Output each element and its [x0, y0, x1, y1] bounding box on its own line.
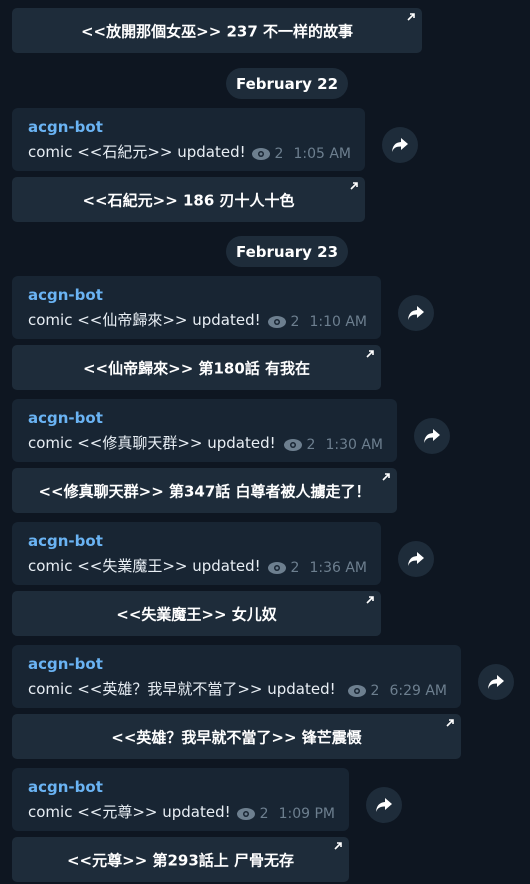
arrow-up-right-icon — [350, 182, 358, 190]
inline-button-label: <<失業魔王>> 女儿奴 — [116, 605, 277, 623]
arrow-up-right-icon — [407, 13, 415, 21]
inline-button-label: <<石紀元>> 186 刃十人十色 — [82, 191, 295, 209]
share-forward-icon — [392, 138, 408, 152]
message-meta: 2 1:05 AM — [251, 146, 351, 162]
share-forward-icon — [408, 552, 424, 566]
sender-name[interactable]: acgn-bot — [28, 532, 103, 550]
share-button[interactable] — [414, 418, 450, 454]
share-forward-icon — [408, 306, 424, 320]
arrow-up-right-icon — [382, 473, 390, 481]
date-label: February 23 — [235, 242, 339, 261]
eye-icon — [283, 439, 302, 451]
inline-button[interactable]: <<元尊>> 第293話上 尸骨无存 — [12, 837, 349, 882]
inline-button-label: <<修真聊天群>> 第347話 白尊者被人擄走了！ — [38, 482, 371, 500]
share-forward-icon — [424, 429, 440, 443]
share-forward-icon — [376, 798, 392, 812]
sender-name[interactable]: acgn-bot — [28, 118, 103, 136]
message-meta: 2 1:10 AM — [267, 314, 367, 330]
sender-name[interactable]: acgn-bot — [28, 778, 103, 796]
date-label: February 22 — [235, 74, 339, 93]
inline-button-label: <<仙帝歸來>> 第180話 有我在 — [82, 359, 311, 377]
message-time: 6:29 AM — [389, 683, 447, 699]
view-count: 2 — [290, 314, 300, 330]
message-bubble: acgn-bot comic <<失業魔王>> updated! 2 1:36 … — [12, 522, 381, 585]
message-meta: 2 1:36 AM — [267, 560, 367, 576]
message-meta: 2 6:29 AM — [347, 683, 447, 699]
view-count: 2 — [306, 437, 316, 453]
inline-button[interactable]: <<放開那個女巫>> 237 不一样的故事 — [12, 8, 422, 53]
date-separator: February 22 — [226, 68, 348, 99]
message-time: 1:05 AM — [293, 146, 351, 162]
date-separator: February 23 — [226, 236, 348, 267]
share-button[interactable] — [398, 541, 434, 577]
arrow-up-right-icon — [446, 719, 454, 727]
message-text: comic <<仙帝歸來>> updated! — [28, 311, 261, 329]
arrow-up-right-icon — [334, 842, 342, 850]
message-meta: 2 1:09 PM — [236, 806, 335, 822]
sender-name[interactable]: acgn-bot — [28, 286, 103, 304]
eye-icon — [251, 148, 270, 160]
eye-icon — [347, 685, 366, 697]
message-bubble: acgn-bot comic <<修真聊天群>> updated! 2 1:30… — [12, 399, 397, 462]
inline-button-label: <<英雄？我早就不當了>> 锋芒震慑 — [111, 728, 362, 746]
inline-button-label: <<放開那個女巫>> 237 不一样的故事 — [80, 22, 354, 40]
message-bubble: acgn-bot comic <<仙帝歸來>> updated! 2 1:10 … — [12, 276, 381, 339]
view-count: 2 — [259, 806, 269, 822]
arrow-up-right-icon — [366, 350, 374, 358]
eye-icon — [267, 562, 286, 574]
share-button[interactable] — [366, 787, 402, 823]
inline-button[interactable]: <<仙帝歸來>> 第180話 有我在 — [12, 345, 381, 390]
message-bubble: acgn-bot comic <<元尊>> updated! 2 1:09 PM — [12, 768, 349, 831]
message-time: 1:36 AM — [309, 560, 367, 576]
share-button[interactable] — [382, 127, 418, 163]
inline-button[interactable]: <<英雄？我早就不當了>> 锋芒震慑 — [12, 714, 461, 759]
message-meta: 2 1:30 AM — [283, 437, 383, 453]
message-time: 1:10 AM — [309, 314, 367, 330]
sender-name[interactable]: acgn-bot — [28, 655, 103, 673]
view-count: 2 — [370, 683, 380, 699]
message-bubble: acgn-bot comic <<英雄？我早就不當了>> updated! 2 … — [12, 645, 461, 708]
arrow-up-right-icon — [366, 596, 374, 604]
message-text: comic <<修真聊天群>> updated! — [28, 434, 276, 452]
message-text: comic <<元尊>> updated! — [28, 803, 231, 821]
inline-button[interactable]: <<石紀元>> 186 刃十人十色 — [12, 177, 365, 222]
share-button[interactable] — [478, 664, 514, 700]
message-time: 1:09 PM — [278, 806, 335, 822]
inline-button[interactable]: <<修真聊天群>> 第347話 白尊者被人擄走了！ — [12, 468, 397, 513]
view-count: 2 — [290, 560, 300, 576]
message-text: comic <<失業魔王>> updated! — [28, 557, 261, 575]
message-bubble: acgn-bot comic <<石紀元>> updated! 2 1:05 A… — [12, 108, 365, 171]
sender-name[interactable]: acgn-bot — [28, 409, 103, 427]
eye-icon — [236, 808, 255, 820]
inline-button[interactable]: <<失業魔王>> 女儿奴 — [12, 591, 381, 636]
message-text: comic <<英雄？我早就不當了>> updated! — [28, 680, 336, 698]
share-button[interactable] — [398, 295, 434, 331]
view-count: 2 — [274, 146, 284, 162]
eye-icon — [267, 316, 286, 328]
inline-button-label: <<元尊>> 第293話上 尸骨无存 — [66, 851, 295, 869]
share-forward-icon — [488, 675, 504, 689]
message-text: comic <<石紀元>> updated! — [28, 143, 246, 161]
message-time: 1:30 AM — [325, 437, 383, 453]
